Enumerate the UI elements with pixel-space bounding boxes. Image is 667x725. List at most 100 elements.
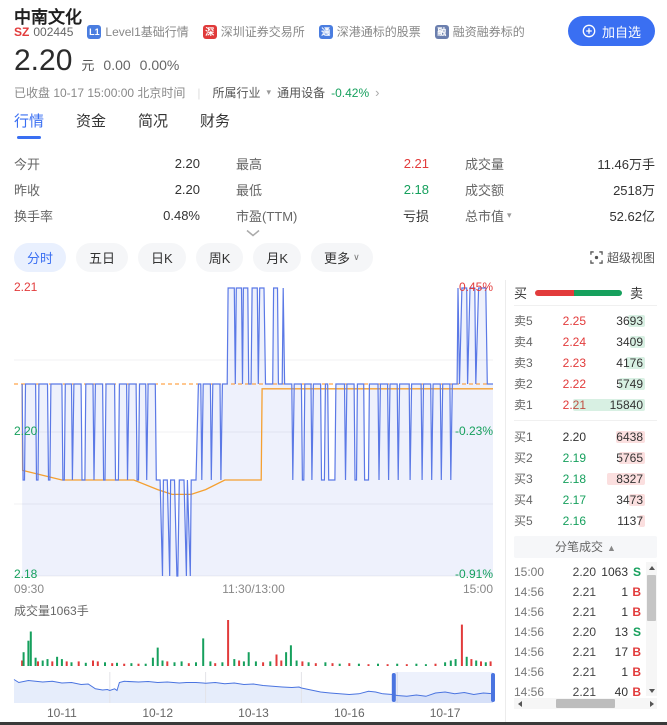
period-tab-周K[interactable]: 周K [196, 243, 244, 272]
level-price: 2.22 [544, 377, 586, 391]
stat-value: 2.20 [175, 182, 200, 197]
order-book-divider [514, 420, 657, 421]
scroll-left-arrow[interactable] [514, 698, 525, 709]
chart-toolbar: 分时五日 日K 周K 月K 更多∨ 超级视图 [14, 243, 655, 272]
period-tab-分时[interactable]: 分时 [14, 243, 66, 272]
date-navigator[interactable] [0, 672, 505, 703]
super-view-label: 超级视图 [607, 249, 655, 266]
ask-row[interactable]: 卖12.2115840 [514, 394, 657, 415]
period-tab-五日[interactable]: 五日 [76, 243, 128, 272]
caret-down-icon[interactable]: ▾ [507, 210, 512, 221]
period-tab-更多[interactable]: 更多∨ [311, 243, 373, 272]
sell-label: 卖 [630, 283, 643, 302]
stat-cell: 总市值▾52.62亿 [465, 202, 655, 228]
section-tabs: 行情 资金 简况 财务 [14, 110, 230, 139]
chevron-right-icon[interactable]: › [375, 85, 379, 100]
volume-number: 3473 [616, 493, 643, 507]
y-label-pct: -0.23% [455, 424, 493, 438]
period-tab-label: 月K [266, 248, 288, 267]
industry-name[interactable]: 通用设备 [277, 84, 325, 101]
navigator-date: 10-12 [128, 706, 188, 720]
stat-value: 2.20 [175, 156, 200, 171]
h-scroll-thumb[interactable] [556, 699, 614, 708]
tick-side: B [628, 645, 641, 659]
level-label: 卖4 [514, 333, 544, 350]
y-label-pct: -0.91% [455, 567, 493, 581]
level-label: 买2 [514, 449, 544, 466]
industry-label[interactable]: 所属行业 [213, 84, 261, 101]
chart-column: 2.210.45%2.20-0.23%2.18-0.91% 09:3011:30… [0, 280, 505, 725]
scroll-up-arrow[interactable] [646, 562, 657, 573]
stat-cell: 最高2.21 [236, 150, 429, 176]
tick-time: 15:00 [514, 565, 556, 579]
bid-row[interactable]: 买42.173473 [514, 489, 657, 510]
time-label-close: 15:00 [463, 582, 493, 596]
stat-value: 亏损 [403, 206, 429, 225]
super-view-button[interactable]: 超级视图 [590, 249, 655, 266]
horizontal-scrollbar[interactable] [514, 698, 657, 709]
period-tab-月K[interactable]: 月K [253, 243, 301, 272]
buy-ratio-segment [535, 290, 574, 296]
level-volume: 3693 [586, 314, 643, 328]
level-price: 2.23 [544, 356, 586, 370]
ask-row[interactable]: 卖52.253693 [514, 310, 657, 331]
navigator-date: 10-17 [415, 706, 475, 720]
period-tab-日K[interactable]: 日K [138, 243, 186, 272]
tick-row: 14:562.211B [514, 602, 657, 622]
tab-简况[interactable]: 简况 [138, 110, 168, 139]
order-book-panel: 买 卖 卖52.253693卖42.243409卖32.234176卖22.22… [505, 280, 667, 725]
tick-price: 2.21 [556, 665, 596, 679]
tick-row: 14:562.211B [514, 662, 657, 682]
industry-change: -0.42% [331, 86, 369, 100]
chart-period-tabs: 分时五日 日K 周K 月K 更多∨ [14, 243, 590, 272]
price-change: 0.00 [103, 57, 130, 73]
badge-label: 深港通标的股票 [337, 23, 421, 40]
badge-icon: 深 [203, 25, 217, 39]
tick-time: 14:56 [514, 625, 556, 639]
navigator-left-handle[interactable] [392, 673, 396, 702]
bid-row[interactable]: 买52.161137 [514, 510, 657, 531]
ask-row[interactable]: 卖42.243409 [514, 331, 657, 352]
tick-side: S [628, 565, 641, 579]
vertical-scrollbar[interactable] [646, 562, 657, 696]
super-view-icon [590, 251, 603, 264]
intraday-chart[interactable] [0, 280, 505, 580]
triangle-up-icon: ▲ [607, 543, 616, 553]
bid-row[interactable]: 买12.206438 [514, 426, 657, 447]
level-price: 2.16 [544, 514, 586, 528]
add-watchlist-label: 加自选 [602, 22, 641, 41]
volume-number: 6438 [616, 430, 643, 444]
ask-row[interactable]: 卖22.225749 [514, 373, 657, 394]
bid-row[interactable]: 买32.188327 [514, 468, 657, 489]
period-tab-label: 更多 [324, 248, 350, 267]
volume-number: 3409 [616, 335, 643, 349]
navigator-right-handle[interactable] [491, 673, 495, 702]
period-tab-label: 日K [151, 248, 173, 267]
stat-value: 2518万 [613, 180, 655, 199]
tick-price: 2.21 [556, 645, 596, 659]
volume-chart[interactable] [0, 616, 505, 668]
tick-list-header[interactable]: 分笔成交▲ [514, 536, 657, 558]
y-label-pct: 0.45% [459, 280, 493, 294]
tick-price: 2.20 [556, 565, 596, 579]
stat-value: 52.62亿 [609, 206, 655, 225]
tick-price: 2.20 [556, 625, 596, 639]
bid-row[interactable]: 买22.195765 [514, 447, 657, 468]
add-watchlist-button[interactable]: 加自选 [568, 16, 655, 46]
level-volume: 5765 [586, 451, 643, 465]
badge-icon: 融 [435, 25, 449, 39]
navigator-date: 10-13 [224, 706, 284, 720]
tab-财务[interactable]: 财务 [200, 110, 230, 139]
scroll-right-arrow[interactable] [646, 698, 657, 709]
tab-资金[interactable]: 资金 [76, 110, 106, 139]
expand-stats-chevron[interactable] [0, 228, 505, 238]
level-price: 2.19 [544, 451, 586, 465]
scroll-down-arrow[interactable] [646, 685, 657, 696]
tick-time: 14:56 [514, 605, 556, 619]
v-scroll-thumb[interactable] [647, 575, 656, 621]
tick-row: 14:562.211B [514, 582, 657, 602]
level-price: 2.17 [544, 493, 586, 507]
tab-行情[interactable]: 行情 [14, 110, 44, 139]
ask-row[interactable]: 卖32.234176 [514, 352, 657, 373]
buy-sell-ratio: 买 卖 [514, 280, 657, 306]
